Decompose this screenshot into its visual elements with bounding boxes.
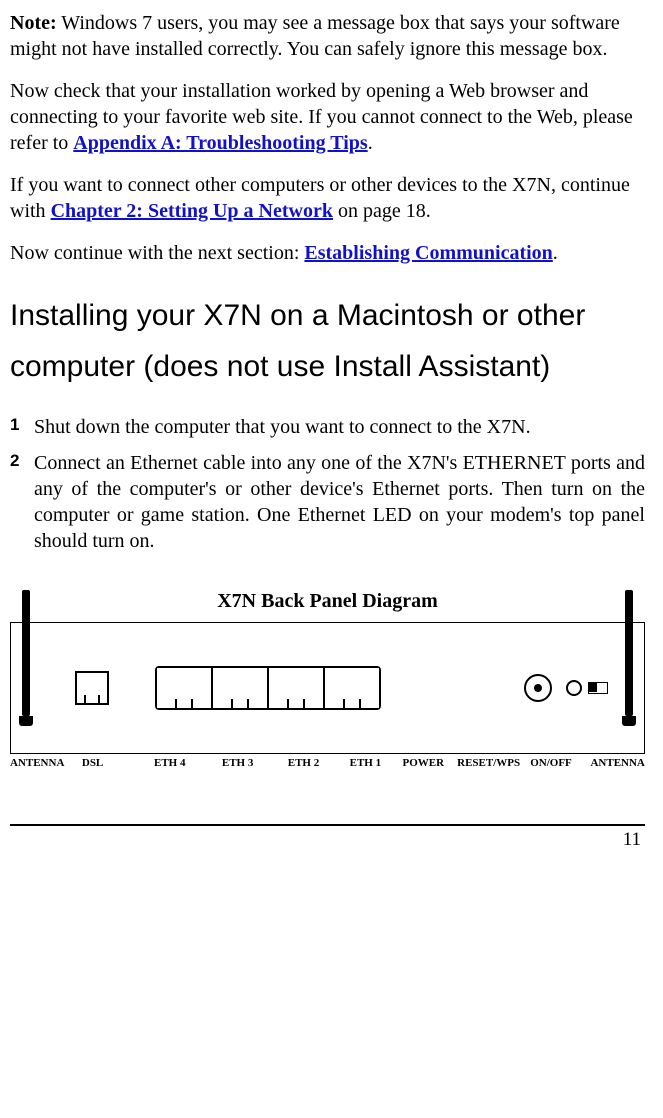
control-cluster — [566, 680, 608, 696]
page-number: 11 — [10, 828, 645, 853]
list-item: Shut down the computer that you want to … — [10, 414, 645, 440]
right-antenna-icon — [622, 650, 636, 726]
check-install-post: . — [368, 132, 373, 154]
left-antenna-icon — [19, 650, 33, 726]
panel-labels-row: ANTENNA DSL ETH 4 ETH 3 ETH 2 ETH 1 POWE… — [10, 756, 645, 770]
ethernet-ports-icon — [155, 666, 381, 710]
install-steps-list: Shut down the computer that you want to … — [10, 414, 645, 554]
continue-next-pre: Now continue with the next section: — [10, 242, 304, 264]
connect-other-post: on page 18. — [333, 200, 431, 222]
note-label: Note: — [10, 12, 57, 34]
label-eth3: ETH 3 — [210, 756, 266, 770]
establishing-comm-link[interactable]: Establishing Communication — [304, 242, 552, 264]
continue-next-paragraph: Now continue with the next section: Esta… — [10, 240, 645, 266]
label-eth4: ETH 4 — [142, 756, 198, 770]
eth4-port-icon — [157, 668, 213, 708]
note-text: Windows 7 users, you may see a message b… — [10, 12, 620, 60]
label-eth2: ETH 2 — [278, 756, 330, 770]
back-panel-diagram: ANTENNA DSL ETH 4 ETH 3 ETH 2 ETH 1 POWE… — [10, 622, 645, 770]
label-onoff: ON/OFF — [529, 756, 573, 770]
footer-rule — [10, 824, 645, 826]
continue-next-post: . — [553, 242, 558, 264]
eth2-port-icon — [269, 668, 325, 708]
diagram-title: X7N Back Panel Diagram — [10, 588, 645, 614]
chapter-2-link[interactable]: Chapter 2: Setting Up a Network — [51, 200, 333, 222]
check-install-paragraph: Now check that your installation worked … — [10, 78, 645, 156]
label-reset: RESET/WPS — [457, 756, 517, 770]
power-jack-icon — [524, 674, 552, 702]
list-item: Connect an Ethernet cable into any one o… — [10, 450, 645, 554]
label-power: POWER — [401, 756, 445, 770]
note-paragraph: Note: Windows 7 users, you may see a mes… — [10, 10, 645, 62]
label-eth1: ETH 1 — [341, 756, 389, 770]
label-antenna-right: ANTENNA — [585, 756, 645, 770]
reset-wps-button-icon — [566, 680, 582, 696]
section-heading: Installing your X7N on a Macintosh or ot… — [10, 290, 645, 392]
connect-other-paragraph: If you want to connect other computers o… — [10, 172, 645, 224]
panel-enclosure — [10, 622, 645, 754]
label-antenna-left: ANTENNA — [10, 756, 70, 770]
eth1-port-icon — [325, 668, 379, 708]
step-2-text: Connect an Ethernet cable into any one o… — [34, 450, 645, 554]
label-dsl: DSL — [82, 756, 130, 770]
eth3-port-icon — [213, 668, 269, 708]
document-page: Note: Windows 7 users, you may see a mes… — [0, 0, 663, 1118]
step-1-text: Shut down the computer that you want to … — [34, 416, 531, 438]
dsl-port-icon — [75, 671, 109, 705]
appendix-a-link[interactable]: Appendix A: Troubleshooting Tips — [73, 132, 367, 154]
on-off-switch-icon — [588, 682, 608, 694]
